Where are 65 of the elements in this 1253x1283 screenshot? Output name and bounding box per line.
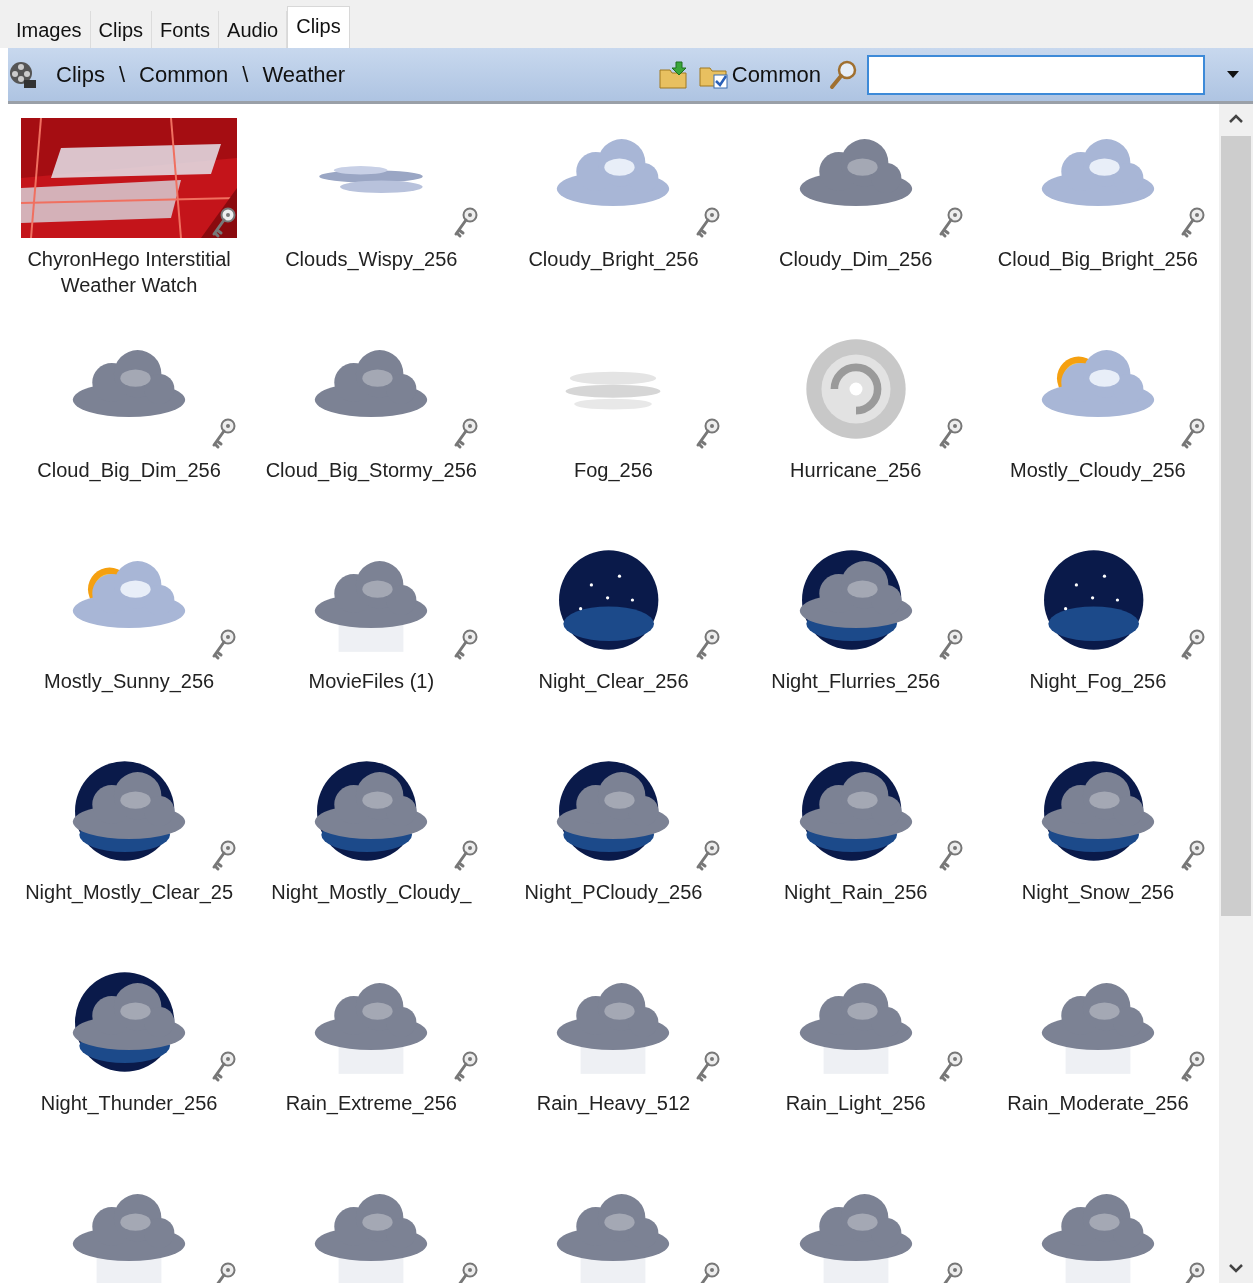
breadcrumb-link[interactable]: Clips [50,61,111,88]
key-icon [453,206,480,240]
breadcrumb-link[interactable]: Weather [256,61,352,88]
folder-add-icon[interactable] [657,59,690,90]
clip-name[interactable]: MovieFiles (1) [308,668,435,694]
clip-name[interactable]: Night_Mostly_Cloudy_ [271,879,472,905]
key-icon [937,839,964,873]
clip-name[interactable]: Clouds_Wispy_256 [285,246,458,272]
key-icon [695,839,722,873]
clip-name[interactable]: Rain_Moderate_256 [1007,1090,1189,1116]
scrollbar-thumb[interactable] [1221,136,1251,916]
key-icon [211,417,238,451]
clip-name[interactable]: Night_Thunder_256 [40,1090,218,1116]
key-icon [453,417,480,451]
key-icon [211,1050,238,1084]
breadcrumb-link[interactable]: Common [133,61,235,88]
clip-name[interactable]: Night_Clear_256 [538,668,689,694]
key-icon [937,1050,964,1084]
key-icon [695,206,722,240]
scrollbar[interactable] [1219,104,1253,1283]
key-icon [211,206,238,240]
clip-name[interactable]: Hurricane_256 [790,457,922,483]
library-button[interactable]: Common [697,59,821,90]
clip-name[interactable]: Night_Snow_256 [1021,879,1175,905]
clip-name[interactable]: Cloud_Big_Dim_256 [37,457,221,483]
breadcrumb-separator: \ [242,61,249,88]
clip-name[interactable]: Cloud_Big_Bright_256 [997,246,1198,272]
clip-name[interactable]: Night_Mostly_Clear_25 [25,879,234,905]
film-reel-icon [8,59,38,90]
clip-name[interactable]: Night_PCloudy_256 [524,879,703,905]
clip-name[interactable]: Cloudy_Dim_256 [779,246,933,272]
key-icon [937,417,964,451]
key-icon [1179,417,1206,451]
key-icon [453,628,480,662]
clip-name[interactable]: ChyronHego Interstitial Weather Watch [9,246,250,298]
key-icon [211,628,238,662]
clip-name[interactable]: Fog_256 [574,457,653,483]
key-icon [1179,1050,1206,1084]
clip-name[interactable]: Night_Fog_256 [1029,668,1167,694]
key-icon [695,417,722,451]
key-icon [695,628,722,662]
clip-name[interactable]: Cloudy_Bright_256 [528,246,699,272]
clip-name[interactable]: Rain_Light_256 [785,1090,926,1116]
key-icon [695,1050,722,1084]
breadcrumb-separator: \ [118,61,126,88]
tab[interactable]: Clips [287,6,350,48]
key-icon [211,839,238,873]
key-icon [937,628,964,662]
key-icon [937,206,964,240]
clip-name[interactable]: Rain_Extreme_256 [285,1090,457,1116]
key-icon [1179,628,1206,662]
clip-name[interactable]: Rain_Heavy_512 [536,1090,691,1116]
key-icon [1179,839,1206,873]
key-icon [453,839,480,873]
scroll-down-icon[interactable] [1226,1261,1246,1275]
clip-name[interactable]: Mostly_Cloudy_256 [1010,457,1186,483]
clip-name[interactable]: Mostly_Sunny_256 [44,668,215,694]
clip-name[interactable]: Night_Flurries_256 [771,668,941,694]
cloud-icon [319,163,424,193]
key-icon [453,1050,480,1084]
search-icon[interactable] [829,58,859,91]
search-field[interactable] [867,54,1205,95]
key-icon [1179,206,1206,240]
clip-name[interactable]: Night_Rain_256 [783,879,928,905]
clip-name[interactable]: Cloud_Big_Stormy_256 [265,457,477,483]
